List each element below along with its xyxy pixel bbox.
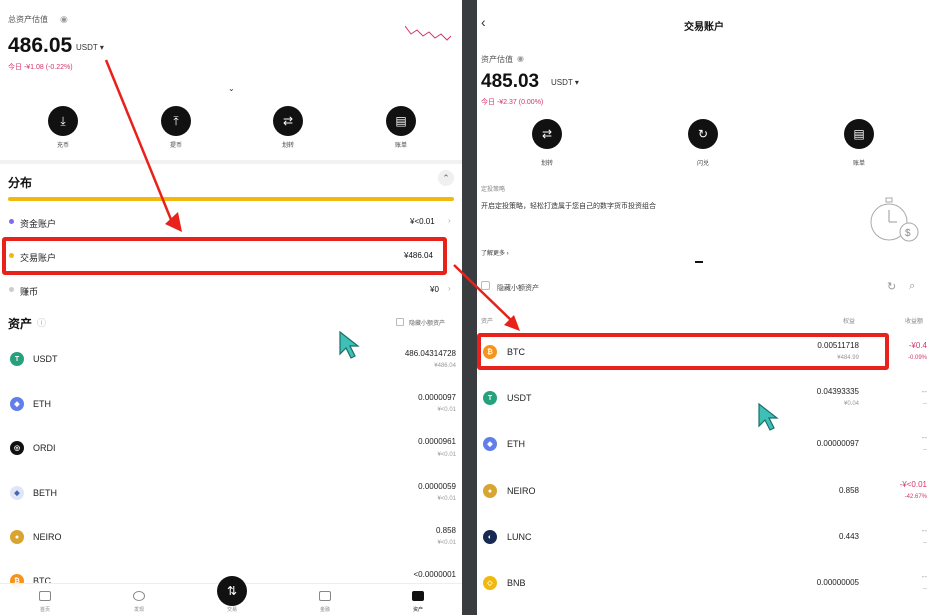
tab-trade[interactable]: 交易 bbox=[217, 606, 247, 613]
finance-icon[interactable] bbox=[319, 591, 331, 601]
bill-icon: ▤ bbox=[853, 127, 865, 141]
tab-assets[interactable]: 资产 bbox=[403, 606, 433, 613]
eth-icon: ◆ bbox=[483, 437, 497, 451]
asset-pnl: -- bbox=[921, 572, 927, 581]
col-pnl: 收益额 bbox=[905, 319, 924, 325]
lunc-icon: ◐ bbox=[483, 530, 497, 544]
eye-icon[interactable]: ◉ bbox=[517, 54, 524, 63]
currency-selector[interactable]: USDT ▾ bbox=[551, 78, 579, 87]
asset-equity: 0.04393335 bbox=[816, 387, 859, 396]
asset-pnl-pct: -- bbox=[923, 401, 927, 407]
highlight-box-btc bbox=[477, 333, 889, 370]
neiro-icon: ● bbox=[483, 484, 497, 498]
svg-text:$: $ bbox=[905, 228, 911, 239]
promo-title: 定投策略 bbox=[481, 187, 506, 193]
asset-pnl-pct: -- bbox=[923, 447, 927, 453]
tab-discover[interactable]: 发现 bbox=[124, 606, 154, 613]
asset-name: LUNC bbox=[507, 532, 532, 542]
asset-pnl-pct: -42.67% bbox=[904, 494, 927, 500]
wallet-icon[interactable] bbox=[412, 591, 424, 601]
transfer-icon: ⇄ bbox=[541, 127, 553, 141]
trading-account-screen: ‹ 交易账户 资产估值 ◉ 485.03 USDT ▾ 今日 -¥2.37 (0… bbox=[477, 0, 931, 615]
col-equity: 权益 bbox=[843, 319, 856, 325]
asset-pnl-pct: -- bbox=[923, 586, 927, 592]
flash-swap-button[interactable]: ↻ bbox=[688, 119, 718, 149]
annotation-arrow bbox=[104, 59, 182, 232]
asset-equity: 0.443 bbox=[838, 532, 859, 541]
total-assets-value: 485.03 bbox=[481, 71, 540, 92]
asset-name: BNB bbox=[507, 578, 526, 588]
asset-pnl: -¥<0.01 bbox=[899, 480, 927, 489]
asset-equity: 0.858 bbox=[838, 486, 859, 495]
asset-name: ETH bbox=[507, 439, 525, 449]
asset-name: NEIRO bbox=[507, 486, 536, 496]
page-title: 交易账户 bbox=[684, 22, 724, 33]
asset-name: USDT bbox=[507, 393, 532, 403]
asset-pnl: -- bbox=[921, 526, 927, 535]
asset-pnl: -- bbox=[921, 387, 927, 396]
flash-swap-label: 闪兑 bbox=[696, 161, 709, 167]
trade-tab-button[interactable]: ⇅ bbox=[217, 576, 247, 606]
bill-button[interactable]: ▤ bbox=[844, 119, 874, 149]
asset-pnl: -- bbox=[921, 433, 927, 442]
carousel-indicator bbox=[695, 261, 703, 263]
annotation-arrow bbox=[453, 264, 520, 331]
search-icon[interactable]: ⌕ bbox=[909, 280, 915, 293]
swap-icon: ⇅ bbox=[226, 584, 238, 598]
tab-home[interactable]: 首页 bbox=[30, 606, 60, 613]
stopwatch-icon: $ bbox=[870, 197, 919, 242]
bill-label: 账单 bbox=[852, 161, 865, 167]
today-change: 今日 -¥2.37 (0.00%) bbox=[481, 99, 544, 106]
asset-pnl-pct: -- bbox=[923, 540, 927, 546]
transfer-label: 划转 bbox=[540, 161, 553, 167]
usdt-icon: T bbox=[483, 391, 497, 405]
asset-overview-screen: 总资产估值 ◉ 486.05 USDT ▾ 今日 -¥1.08 (-0.22%)… bbox=[0, 0, 462, 615]
transfer-button[interactable]: ⇄ bbox=[532, 119, 562, 149]
refresh-icon[interactable]: ↻ bbox=[887, 280, 896, 293]
asset-equity: 0.00000097 bbox=[816, 439, 859, 448]
mouse-cursor-icon bbox=[339, 330, 360, 359]
flash-icon: ↻ bbox=[697, 127, 709, 141]
promo-text: 开启定投策略，轻松打造属于您自己的数字货币投资组合 bbox=[481, 203, 656, 210]
tab-finance[interactable]: 金融 bbox=[310, 606, 340, 613]
asset-equity: 0.00000005 bbox=[816, 578, 859, 587]
bnb-icon: ◇ bbox=[483, 576, 497, 590]
home-icon[interactable] bbox=[39, 591, 51, 601]
asset-value-label: 资产估值 bbox=[481, 55, 513, 64]
discover-icon[interactable] bbox=[133, 591, 145, 601]
mouse-cursor-icon bbox=[758, 402, 779, 431]
